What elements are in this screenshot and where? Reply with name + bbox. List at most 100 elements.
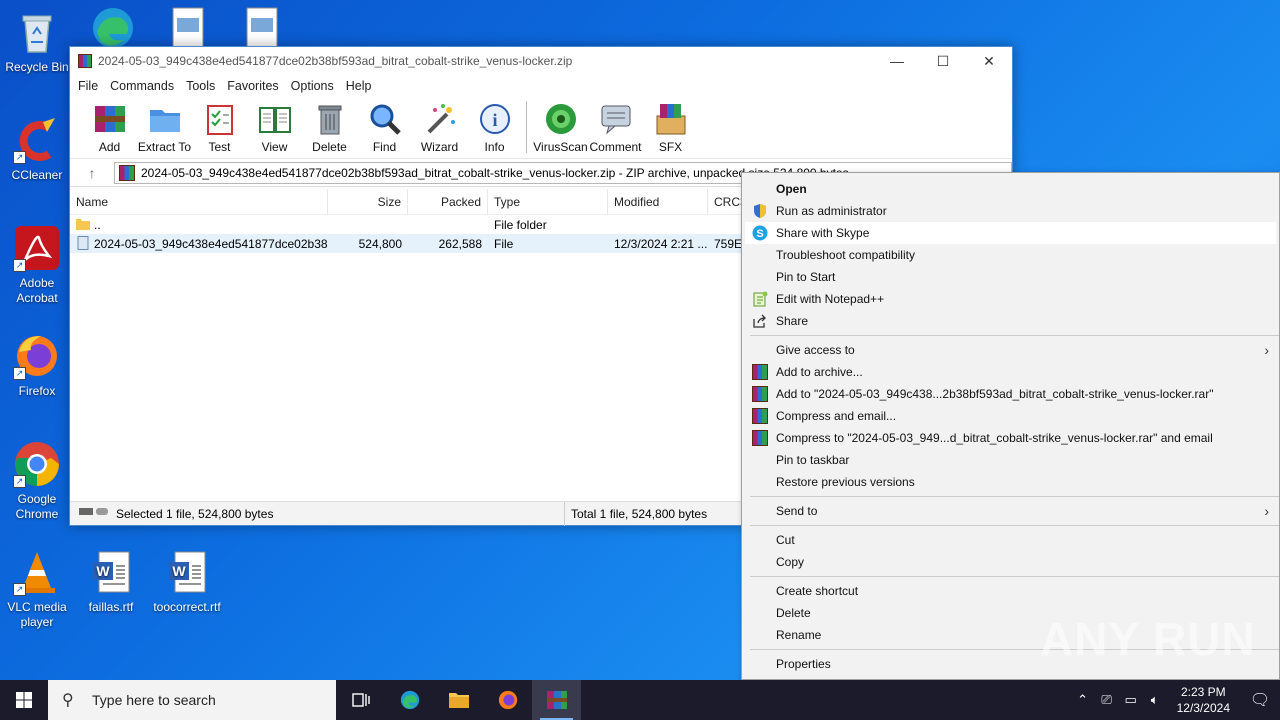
menu-item-label: Properties [776,657,831,671]
menu-item-label: Edit with Notepad++ [776,292,885,306]
minimize-button[interactable]: — [874,47,920,75]
notepad-plus-plus-icon [752,291,768,307]
menu-item-share-with-skype[interactable]: S Share with Skype [745,222,1276,244]
edge-icon [89,4,137,52]
clock-date: 12/3/2024 [1176,701,1230,715]
menu-favorites[interactable]: Favorites [221,79,284,93]
menu-item-cut[interactable]: Cut [742,529,1279,551]
desktop-icon-recycle-bin[interactable]: Recycle Bin [0,8,74,75]
task-view-icon [351,693,370,707]
desktop-icon-toocorrect-rtf[interactable]: W toocorrect.rtf [150,548,224,615]
menu-item-open[interactable]: Open [742,178,1279,200]
trash-icon [312,101,348,137]
menu-item-pin-to-start[interactable]: Pin to Start [742,266,1279,288]
folder-icon [147,101,183,137]
search-icon: ⚲ [62,692,74,709]
shortcut-arrow-icon: ↗ [13,151,26,164]
taskbar-search-box[interactable]: ⚲ Type here to search [48,680,336,720]
toolbar-label: Add [98,140,121,154]
menu-help[interactable]: Help [340,79,378,93]
notification-icon[interactable]: 🗨︎ [1240,690,1280,710]
menu-item-pin-to-taskbar[interactable]: Pin to taskbar [742,449,1279,471]
toolbar-label: VirusScan [533,140,588,154]
device-icon[interactable]: ⎚ [1095,692,1119,708]
taskbar-winrar[interactable] [532,680,581,720]
info-icon: i [477,101,513,137]
menu-file[interactable]: File [72,79,104,93]
magnifier-icon [367,101,403,137]
toolbar-extract-to-button[interactable]: Extract To [137,101,192,154]
menu-separator [750,335,1279,336]
toolbar-add-button[interactable]: Add [82,101,137,154]
menu-item-run-as-administrator[interactable]: Run as administrator [742,200,1279,222]
desktop-icon-label: Firefox [18,384,56,398]
desktop-icon-label: CCleaner [11,168,63,182]
menu-item-give-access-to[interactable]: Give access to › [742,339,1279,361]
winrar-icon [752,364,768,380]
toolbar-test-button[interactable]: Test [192,101,247,154]
task-view-button[interactable] [336,680,385,720]
toolbar-virusscan-button[interactable]: VirusScan [533,101,588,154]
menu-item-label: Send to [776,504,818,518]
toolbar-info-button[interactable]: i Info [467,101,522,154]
maximize-button[interactable]: ☐ [920,47,966,75]
menu-item-add-to-rar[interactable]: Add to "2024-05-03_949c438...2b38bf593ad… [742,383,1279,405]
clock[interactable]: 2:23 PM 12/3/2024 [1167,684,1240,716]
column-modified[interactable]: Modified [608,188,708,215]
menu-item-label: Troubleshoot compatibility [776,248,915,262]
menu-tools[interactable]: Tools [180,79,221,93]
desktop-icon-ccleaner[interactable]: ↗ CCleaner [0,116,74,183]
chevron-right-icon: › [1264,342,1269,358]
menu-item-troubleshoot-compatibility[interactable]: Troubleshoot compatibility [742,244,1279,266]
menu-options[interactable]: Options [285,79,340,93]
ccleaner-icon: ↗ [13,116,61,164]
menu-item-send-to[interactable]: Send to › [742,500,1279,522]
taskbar-firefox[interactable] [483,680,532,720]
toolbar-delete-button[interactable]: Delete [302,101,357,154]
menu-item-copy[interactable]: Copy [742,551,1279,573]
title-bar[interactable]: 2024-05-03_949c438e4ed541877dce02b38bf59… [70,47,1012,75]
column-size[interactable]: Size [328,188,408,215]
menu-commands[interactable]: Commands [104,79,180,93]
toolbar-label: Find [372,140,397,154]
file-icon [76,236,90,250]
toolbar-comment-button[interactable]: Comment [588,101,643,154]
toolbar-sfx-button[interactable]: SFX [643,101,698,154]
menu-item-restore-previous-versions[interactable]: Restore previous versions [742,471,1279,493]
menu-item-label: Pin to Start [776,270,836,284]
desktop-icon-vlc[interactable]: ↗ VLC media player [0,548,74,630]
taskbar-edge[interactable] [385,680,434,720]
menu-item-label: Open [776,182,807,196]
toolbar-wizard-button[interactable]: Wizard [412,101,467,154]
up-arrow-icon[interactable]: ↑ [70,165,114,181]
menu-item-compress-to-rar-and-email[interactable]: Compress to "2024-05-03_949...d_bitrat_c… [742,427,1279,449]
desktop-icon-adobe-acrobat[interactable]: ↗ Adobe Acrobat [0,224,74,306]
taskbar-file-explorer[interactable] [434,680,483,720]
column-type[interactable]: Type [488,188,608,215]
start-button[interactable] [0,680,48,720]
volume-icon[interactable]: 🔈︎ [1143,692,1167,708]
toolbar-label: Info [484,140,505,154]
chevron-right-icon: › [1264,503,1269,519]
sfx-box-icon [653,101,689,137]
toolbar-view-button[interactable]: View [247,101,302,154]
menu-item-compress-and-email[interactable]: Compress and email... [742,405,1279,427]
toolbar-find-button[interactable]: Find [357,101,412,154]
desktop-icon-faillas-rtf[interactable]: W faillas.rtf [74,548,148,615]
network-icon[interactable]: ▭ [1119,692,1143,708]
menu-item-edit-with-notepad[interactable]: Edit with Notepad++ [742,288,1279,310]
column-packed[interactable]: Packed [408,188,488,215]
uac-shield-icon [752,203,768,219]
close-button[interactable]: ✕ [966,47,1012,75]
taskbar: ⚲ Type here to search ⌃ ⎚ ▭ 🔈︎ 2:23 PM 1… [0,680,1280,720]
desktop-icon-firefox[interactable]: ↗ Firefox [0,332,74,399]
chevron-up-icon[interactable]: ⌃ [1071,692,1095,708]
skype-icon: S [752,225,768,241]
menu-item-add-to-archive[interactable]: Add to archive... [742,361,1279,383]
toolbar-label: Test [208,140,231,154]
column-name[interactable]: Name [70,188,328,215]
menu-item-create-shortcut[interactable]: Create shortcut [742,580,1279,602]
desktop-icon-google-chrome[interactable]: ↗ Google Chrome [0,440,74,522]
shortcut-arrow-icon: ↗ [13,367,26,380]
menu-item-share[interactable]: Share [742,310,1279,332]
